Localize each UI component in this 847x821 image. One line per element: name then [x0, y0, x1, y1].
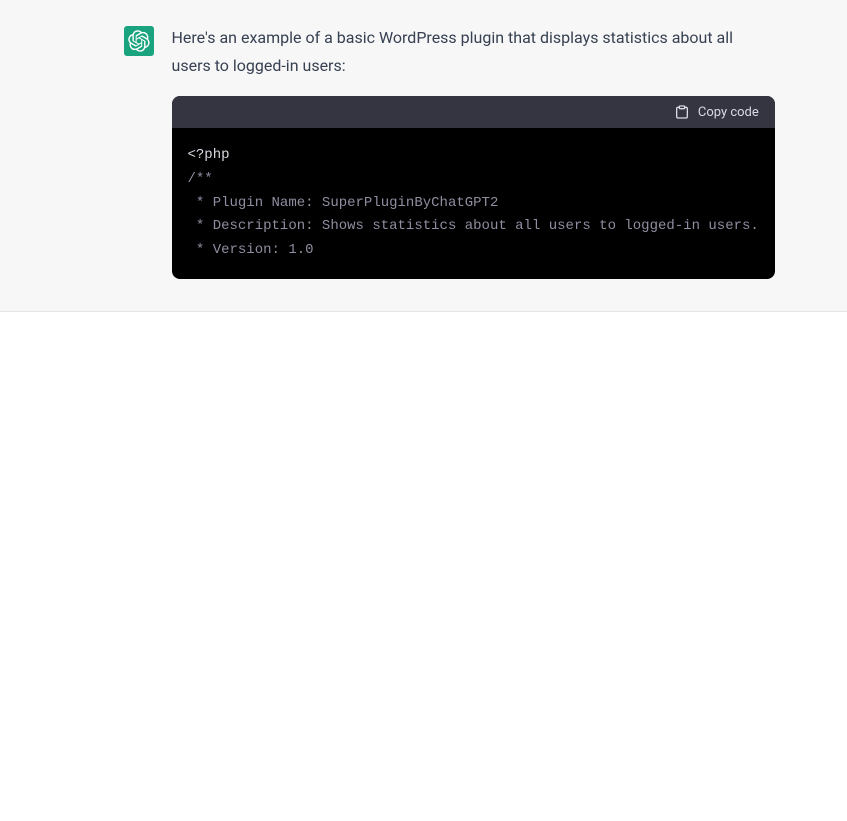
code-header: Copy code	[172, 96, 775, 128]
code-line: * Plugin Name: SuperPluginByChatGPT2	[188, 195, 499, 211]
openai-logo-icon	[128, 30, 150, 52]
code-line: * Version: 1.0	[188, 242, 314, 258]
assistant-message-area: Here's an example of a basic WordPress p…	[0, 0, 847, 312]
message-content: Here's an example of a basic WordPress p…	[172, 24, 775, 279]
code-line: * Description: Shows statistics about al…	[188, 218, 759, 234]
clipboard-icon	[674, 104, 690, 120]
copy-code-button[interactable]: Copy code	[674, 104, 759, 120]
code-body[interactable]: <?php /** * Plugin Name: SuperPluginByCh…	[172, 128, 775, 279]
code-block: Copy code <?php /** * Plugin Name: Super…	[172, 96, 775, 279]
code-line: /**	[188, 171, 213, 187]
intro-text: Here's an example of a basic WordPress p…	[172, 24, 775, 80]
copy-code-label: Copy code	[698, 105, 759, 120]
message-row: Here's an example of a basic WordPress p…	[64, 24, 784, 279]
code-line: <?php	[188, 147, 230, 163]
assistant-avatar	[124, 26, 154, 56]
